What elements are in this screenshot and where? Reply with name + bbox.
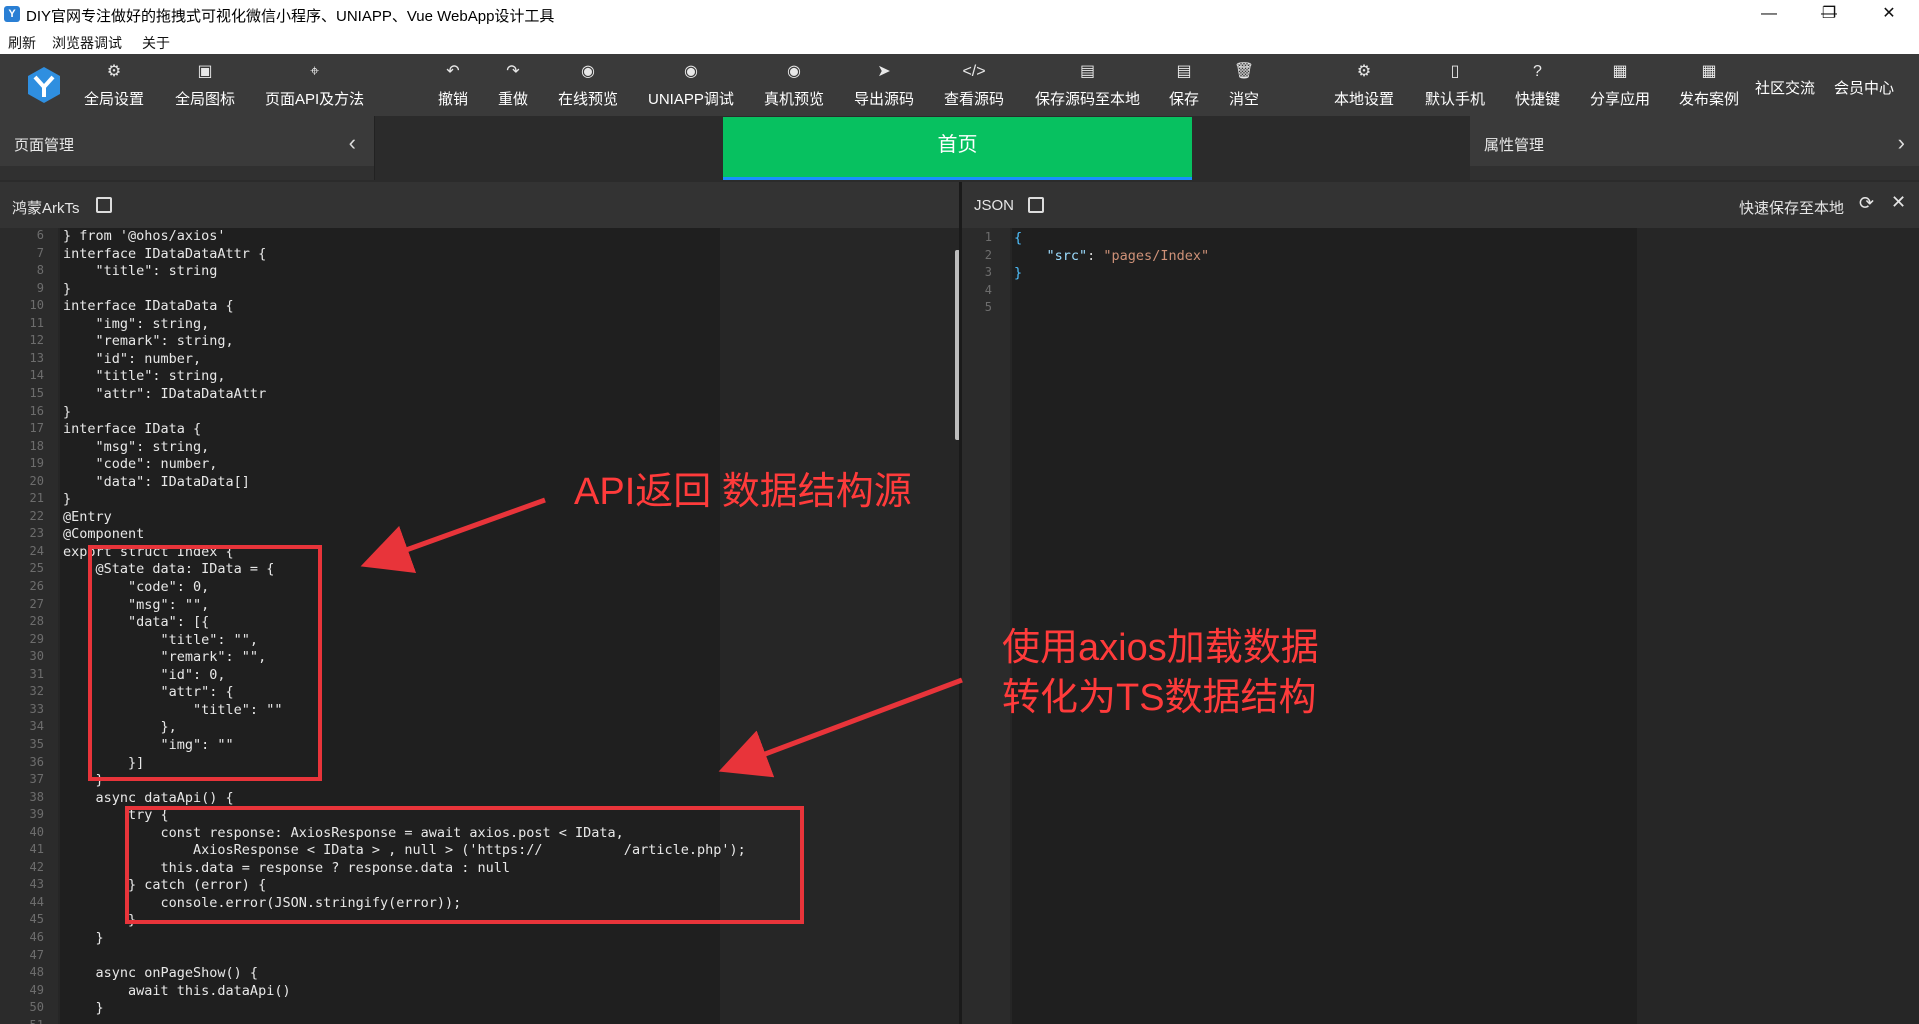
annotation-arrows [360, 497, 963, 778]
annotation-axios-line1: 使用axios加载数据 [1002, 627, 1319, 669]
arrow-to-dataapi [718, 677, 963, 778]
annotation-axios-line2: 转化为TS数据结构 [1002, 677, 1317, 719]
arrow-to-state [360, 497, 546, 573]
annotation-api-source: API返回 数据结构源 [574, 471, 912, 513]
